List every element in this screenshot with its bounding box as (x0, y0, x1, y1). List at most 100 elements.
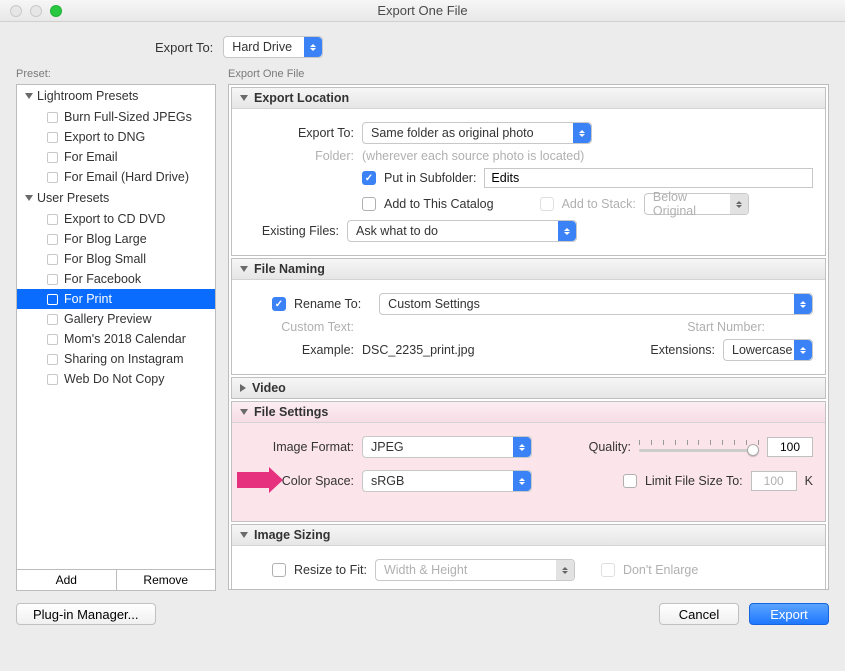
preset-checkbox-icon (47, 112, 58, 123)
chevron-updown-icon (304, 37, 322, 57)
panel-export-location: Export Location Export To: Same folder a… (231, 87, 826, 256)
chevron-updown-icon (794, 340, 812, 360)
add-to-catalog-label: Add to This Catalog (384, 197, 494, 211)
example-value: DSC_2235_print.jpg (362, 343, 475, 357)
right-header: Export One File (228, 68, 829, 80)
annotation-arrow-icon (237, 472, 271, 488)
add-preset-button[interactable]: Add (17, 570, 117, 590)
limit-unit: K (805, 474, 813, 488)
add-to-catalog-checkbox[interactable] (362, 197, 376, 211)
preset-item[interactable]: For Blog Large (17, 229, 215, 249)
preset-group[interactable]: User Presets (17, 187, 215, 209)
preset-item[interactable]: For Email (17, 147, 215, 167)
preset-item-label: Mom's 2018 Calendar (64, 332, 186, 346)
disclosure-icon (240, 95, 248, 101)
color-space-select[interactable]: sRGB (362, 470, 532, 492)
preset-item[interactable]: Mom's 2018 Calendar (17, 329, 215, 349)
panel-header-file-settings[interactable]: File Settings (232, 402, 825, 423)
limit-file-size-label: Limit File Size To: (645, 474, 743, 488)
preset-item-label: Sharing on Instagram (64, 352, 184, 366)
export-to-label2: Export To: (244, 126, 354, 140)
extensions-select[interactable]: Lowercase (723, 339, 813, 361)
zoom-window-icon[interactable] (50, 5, 62, 17)
resize-to-fit-checkbox[interactable] (272, 563, 286, 577)
export-to-row: Export To: Hard Drive (155, 22, 845, 68)
settings-scroll[interactable]: Export Location Export To: Same folder a… (228, 84, 829, 590)
window-title: Export One File (0, 3, 845, 18)
panel-header-video[interactable]: Video (232, 378, 825, 398)
preset-item-label: Web Do Not Copy (64, 372, 165, 386)
preset-checkbox-icon (47, 152, 58, 163)
chevron-updown-icon (558, 221, 576, 241)
export-to-select[interactable]: Hard Drive (223, 36, 323, 58)
rename-to-select[interactable]: Custom Settings (379, 293, 813, 315)
preset-list[interactable]: Lightroom Presets Burn Full-Sized JPEGs Ex… (16, 84, 216, 570)
preset-checkbox-icon (47, 354, 58, 365)
disclosure-right-icon (240, 384, 246, 392)
preset-item[interactable]: Export to DNG (17, 127, 215, 147)
preset-item[interactable]: For Print (17, 289, 215, 309)
put-in-subfolder-checkbox[interactable] (362, 171, 376, 185)
minimize-window-icon[interactable] (30, 5, 42, 17)
disclosure-icon (25, 93, 33, 99)
chevron-updown-icon (794, 294, 812, 314)
limit-file-size-input (751, 471, 797, 491)
panel-file-settings: File Settings Image Format: JPEG Quality… (231, 401, 826, 522)
preset-checkbox-icon (47, 334, 58, 345)
preset-item-label: For Email (64, 150, 117, 164)
plugin-manager-button[interactable]: Plug-in Manager... (16, 603, 156, 625)
preset-checkbox-icon (47, 314, 58, 325)
panel-title: File Naming (254, 262, 325, 276)
limit-file-size-checkbox[interactable] (623, 474, 637, 488)
preset-item[interactable]: Web Do Not Copy (17, 369, 215, 389)
export-to-label: Export To: (155, 40, 213, 55)
remove-preset-button[interactable]: Remove (117, 570, 216, 590)
rename-to-checkbox[interactable] (272, 297, 286, 311)
example-label: Example: (244, 343, 354, 357)
panel-header-image-sizing[interactable]: Image Sizing (232, 525, 825, 546)
chevron-updown-icon (573, 123, 591, 143)
panel-image-sizing: Image Sizing Resize to Fit: Width & Heig… (231, 524, 826, 590)
preset-label: Preset: (16, 68, 216, 80)
resize-to-fit-label: Resize to Fit: (294, 563, 367, 577)
preset-item[interactable]: Gallery Preview (17, 309, 215, 329)
resize-dimension-select: Width & Height (375, 559, 575, 581)
preset-checkbox-icon (47, 234, 58, 245)
export-button[interactable]: Export (749, 603, 829, 625)
panel-video: Video (231, 377, 826, 399)
panel-title: Export Location (254, 91, 349, 105)
preset-item[interactable]: Sharing on Instagram (17, 349, 215, 369)
subfolder-input[interactable] (484, 168, 813, 188)
preset-item[interactable]: For Blog Small (17, 249, 215, 269)
panel-header-export-location[interactable]: Export Location (232, 88, 825, 109)
cancel-button[interactable]: Cancel (659, 603, 739, 625)
preset-item-label: For Email (Hard Drive) (64, 170, 189, 184)
titlebar: Export One File (0, 0, 845, 22)
existing-files-select[interactable]: Ask what to do (347, 220, 577, 242)
existing-files-label: Existing Files: (244, 224, 339, 238)
preset-checkbox-icon (47, 294, 58, 305)
preset-item[interactable]: Export to CD DVD (17, 209, 215, 229)
extensions-label: Extensions: (650, 343, 715, 357)
preset-item[interactable]: Burn Full-Sized JPEGs (17, 107, 215, 127)
panel-title: Image Sizing (254, 528, 330, 542)
add-to-stack-checkbox (540, 197, 554, 211)
quality-input[interactable] (767, 437, 813, 457)
quality-label: Quality: (589, 440, 631, 454)
preset-item-label: Burn Full-Sized JPEGs (64, 110, 192, 124)
preset-item[interactable]: For Email (Hard Drive) (17, 167, 215, 187)
chevron-updown-icon (730, 194, 748, 214)
chevron-updown-icon (513, 471, 531, 491)
close-window-icon[interactable] (10, 5, 22, 17)
dont-enlarge-checkbox (601, 563, 615, 577)
export-to-folder-select[interactable]: Same folder as original photo (362, 122, 592, 144)
preset-group[interactable]: Lightroom Presets (17, 85, 215, 107)
preset-item-label: Export to CD DVD (64, 212, 165, 226)
panel-title: Video (252, 381, 286, 395)
start-number-label: Start Number: (687, 320, 765, 334)
disclosure-icon (240, 266, 248, 272)
preset-item[interactable]: For Facebook (17, 269, 215, 289)
panel-header-file-naming[interactable]: File Naming (232, 259, 825, 280)
quality-slider[interactable] (639, 438, 759, 456)
image-format-select[interactable]: JPEG (362, 436, 532, 458)
